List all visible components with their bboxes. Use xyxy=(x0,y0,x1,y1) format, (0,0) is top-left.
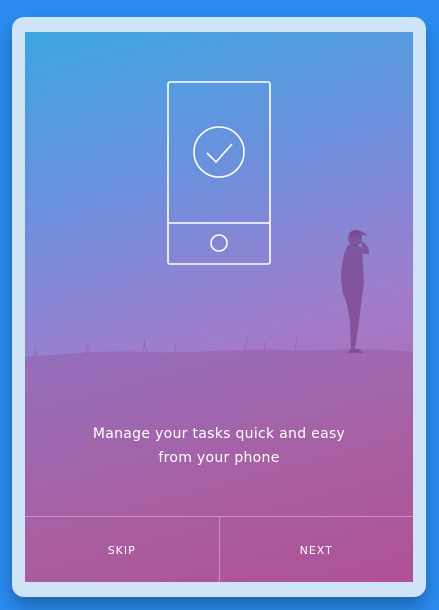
skip-button[interactable]: SKIP xyxy=(25,517,220,582)
next-button[interactable]: NEXT xyxy=(220,517,414,582)
onboarding-actions: SKIP NEXT xyxy=(25,516,413,582)
tagline-line-2: from your phone xyxy=(158,450,280,466)
device-frame: Manage your tasks quick and easy from yo… xyxy=(12,17,426,597)
phone-check-icon xyxy=(167,81,271,265)
onboarding-screen: Manage your tasks quick and easy from yo… xyxy=(25,32,413,582)
checkmark-circle-icon xyxy=(193,126,245,178)
phone-outline xyxy=(167,81,271,265)
tagline-line-1: Manage your tasks quick and easy xyxy=(92,426,346,442)
home-button-icon xyxy=(210,234,228,252)
checkmark-icon xyxy=(206,143,233,164)
